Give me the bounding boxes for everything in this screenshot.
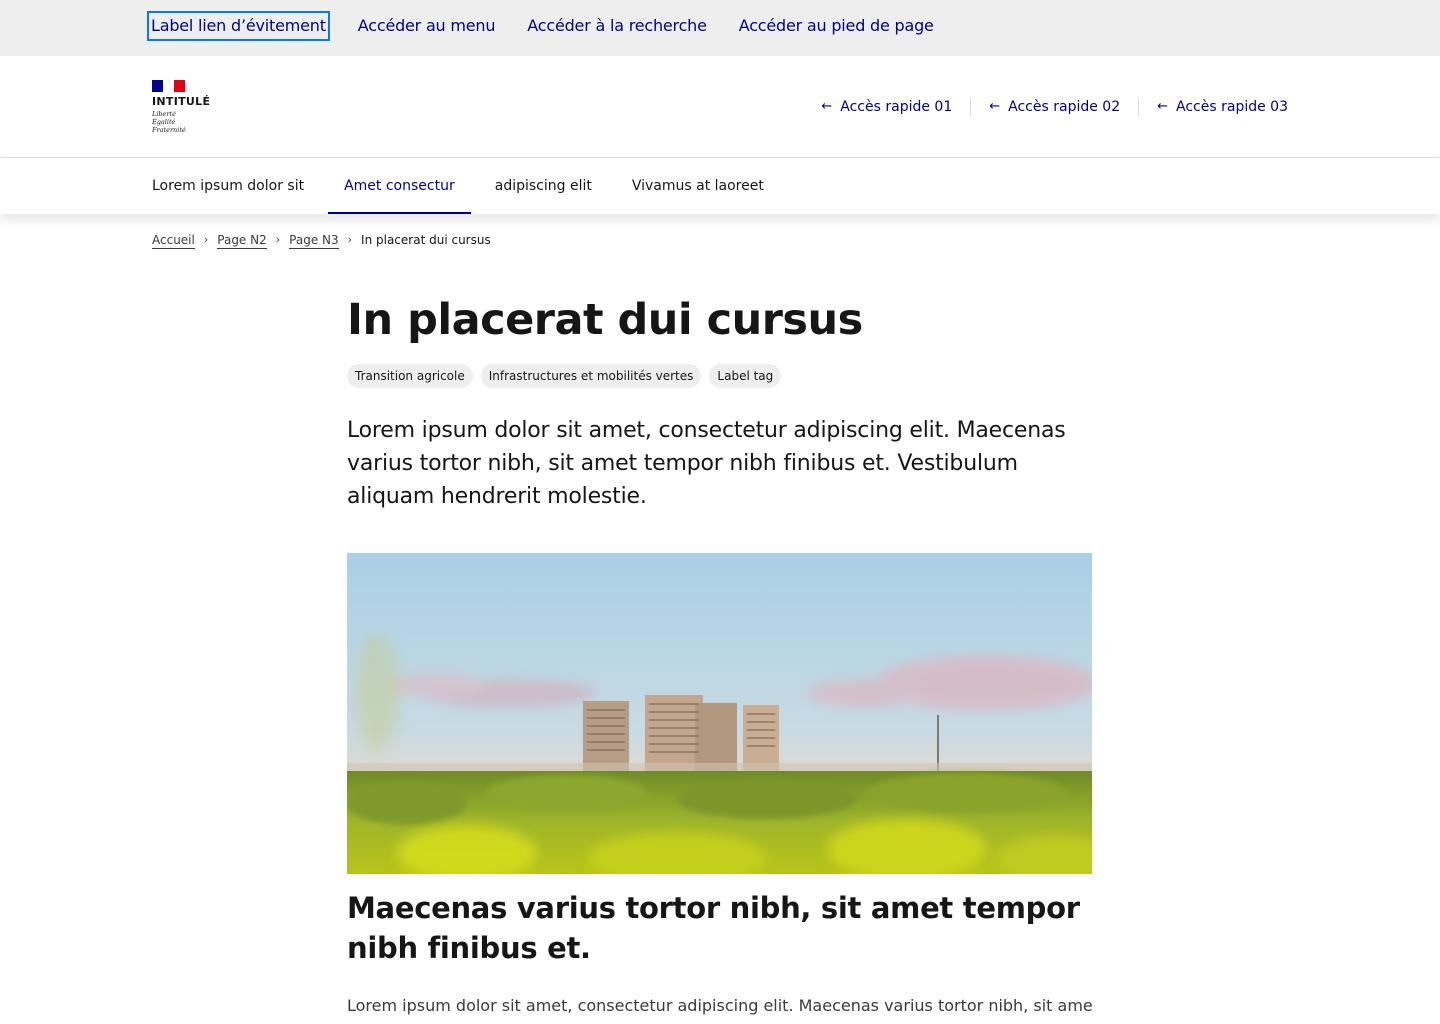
- skiplink-menu[interactable]: Accéder au menu: [356, 13, 498, 39]
- article: In placerat dui cursus Transition agrico…: [347, 290, 1092, 513]
- quick-access-link-03[interactable]: ← Accès rapide 03: [1139, 96, 1288, 118]
- breadcrumb-link-n2[interactable]: Page N2: [217, 232, 267, 249]
- breadcrumb-current: In placerat dui cursus: [361, 233, 491, 247]
- breadcrumb-link-home[interactable]: Accueil: [152, 232, 195, 249]
- republic-motto: Liberté Égalité Fraternité: [152, 110, 186, 134]
- quick-access-label: Accès rapide 01: [840, 99, 953, 115]
- quick-access-label: Accès rapide 02: [1008, 99, 1121, 115]
- nav-list: Lorem ipsum dolor sit Amet consectur adi…: [136, 158, 788, 214]
- header: INTITULÉ Liberté Égalité Fraternité ← Ac…: [0, 56, 1440, 158]
- skiplink-search[interactable]: Accéder à la recherche: [525, 13, 708, 39]
- tag: Transition agricole: [347, 364, 473, 388]
- breadcrumb-link-n3[interactable]: Page N3: [289, 232, 339, 249]
- nav-item-lorem[interactable]: Lorem ipsum dolor sit: [136, 158, 320, 214]
- quick-access-link-02[interactable]: ← Accès rapide 02: [971, 96, 1138, 118]
- tag: Infrastructures et mobilités vertes: [480, 364, 702, 388]
- arrow-left-icon: ←: [1157, 99, 1169, 114]
- nav-item-adipiscing[interactable]: adipiscing elit: [479, 158, 608, 214]
- article-image: [347, 553, 1092, 874]
- skiplink-footer[interactable]: Accéder au pied de page: [737, 13, 936, 39]
- arrow-left-icon: ←: [821, 99, 833, 114]
- chevron-right-icon: ›: [347, 233, 353, 246]
- quick-access-links: ← Accès rapide 01 ← Accès rapide 02 ← Ac…: [821, 96, 1288, 118]
- main-navigation: Lorem ipsum dolor sit Amet consectur adi…: [0, 158, 1440, 214]
- marianne-flag-icon: [152, 80, 185, 92]
- arrow-left-icon: ←: [989, 99, 1001, 114]
- nav-item-amet[interactable]: Amet consectur: [328, 158, 471, 214]
- skiplinks-bar: Label lien d’évitement Accéder au menu A…: [0, 0, 1440, 56]
- breadcrumb: Accueil › Page N2 › Page N3 › In placera…: [152, 231, 491, 249]
- body-paragraph: Lorem ipsum dolor sit amet, consectetur …: [347, 996, 1092, 1015]
- section-heading: Maecenas varius tortor nibh, sit amet te…: [347, 891, 1080, 965]
- quick-access-link-01[interactable]: ← Accès rapide 01: [821, 96, 970, 118]
- skiplink-evitement[interactable]: Label lien d’évitement: [147, 11, 330, 41]
- quick-access-label: Accès rapide 03: [1176, 99, 1288, 115]
- lead-paragraph: Lorem ipsum dolor sit amet, consectetur …: [347, 418, 1066, 509]
- chevron-right-icon: ›: [203, 233, 209, 246]
- home-logo-link[interactable]: INTITULÉ Liberté Égalité Fraternité: [152, 80, 222, 134]
- logo-title: INTITULÉ: [152, 95, 211, 108]
- nav-item-vivamus[interactable]: Vivamus at laoreet: [616, 158, 780, 214]
- chevron-right-icon: ›: [275, 233, 281, 246]
- tag-group: Transition agricole Infrastructures et m…: [347, 364, 1092, 388]
- skiplinks-list: Label lien d’évitement Accéder au menu A…: [147, 11, 964, 41]
- tag: Label tag: [709, 364, 782, 388]
- page-title: In placerat dui cursus: [347, 295, 863, 345]
